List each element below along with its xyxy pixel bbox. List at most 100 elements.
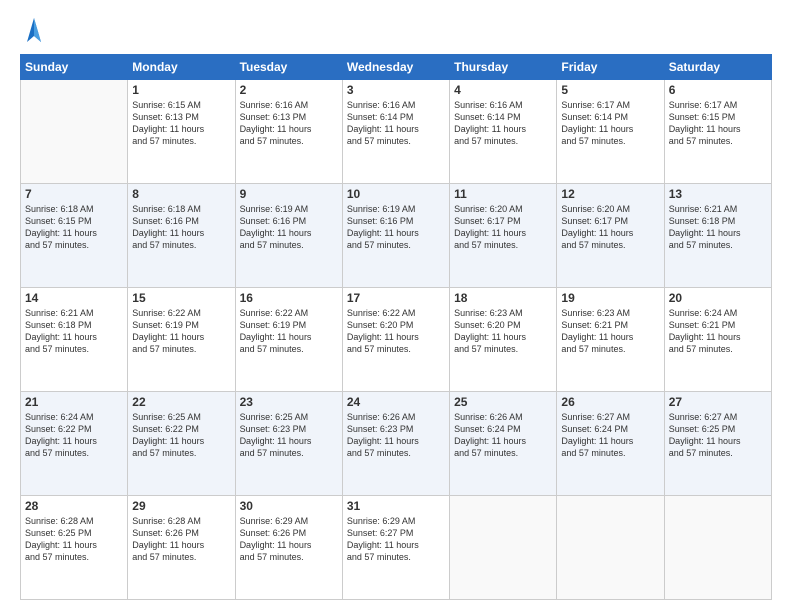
day-header-tuesday: Tuesday — [235, 55, 342, 80]
day-cell: 4 Sunrise: 6:16 AM Sunset: 6:14 PM Daylig… — [450, 80, 557, 184]
day-info: Sunrise: 6:27 AM Sunset: 6:24 PM Dayligh… — [561, 411, 659, 460]
day-info: Sunrise: 6:25 AM Sunset: 6:22 PM Dayligh… — [132, 411, 230, 460]
day-cell: 10 Sunrise: 6:19 AM Sunset: 6:16 PM Dayli… — [342, 184, 449, 288]
day-number: 2 — [240, 83, 338, 97]
day-info: Sunrise: 6:21 AM Sunset: 6:18 PM Dayligh… — [669, 203, 767, 252]
day-info: Sunrise: 6:29 AM Sunset: 6:27 PM Dayligh… — [347, 515, 445, 564]
day-info: Sunrise: 6:25 AM Sunset: 6:23 PM Dayligh… — [240, 411, 338, 460]
day-cell: 23 Sunrise: 6:25 AM Sunset: 6:23 PM Dayli… — [235, 392, 342, 496]
day-cell: 1Sunrise: 6:15 AM Sunset: 6:13 PM Daylig… — [128, 80, 235, 184]
day-number: 9 — [240, 187, 338, 201]
day-info: Sunrise: 6:24 AM Sunset: 6:22 PM Dayligh… — [25, 411, 123, 460]
day-number: 12 — [561, 187, 659, 201]
day-info: Sunrise: 6:16 AM Sunset: 6:14 PM Dayligh… — [454, 99, 552, 148]
day-number: 5 — [561, 83, 659, 97]
day-cell: 16 Sunrise: 6:22 AM Sunset: 6:19 PM Dayli… — [235, 288, 342, 392]
day-cell: 29 Sunrise: 6:28 AM Sunset: 6:26 PM Dayli… — [128, 496, 235, 600]
day-cell: 9 Sunrise: 6:19 AM Sunset: 6:16 PM Daylig… — [235, 184, 342, 288]
week-row: 28 Sunrise: 6:28 AM Sunset: 6:25 PM Dayli… — [21, 496, 772, 600]
day-cell: 11 Sunrise: 6:20 AM Sunset: 6:17 PM Dayli… — [450, 184, 557, 288]
day-number: 11 — [454, 187, 552, 201]
day-cell: 12 Sunrise: 6:20 AM Sunset: 6:17 PM Dayli… — [557, 184, 664, 288]
day-number: 6 — [669, 83, 767, 97]
day-header-thursday: Thursday — [450, 55, 557, 80]
day-cell: 22 Sunrise: 6:25 AM Sunset: 6:22 PM Dayli… — [128, 392, 235, 496]
day-number: 17 — [347, 291, 445, 305]
day-cell: 7 Sunrise: 6:18 AM Sunset: 6:15 PM Daylig… — [21, 184, 128, 288]
day-cell — [450, 496, 557, 600]
week-row: 14 Sunrise: 6:21 AM Sunset: 6:18 PM Dayli… — [21, 288, 772, 392]
day-cell: 13 Sunrise: 6:21 AM Sunset: 6:18 PM Dayli… — [664, 184, 771, 288]
day-info: Sunrise: 6:18 AM Sunset: 6:16 PM Dayligh… — [132, 203, 230, 252]
day-number: 23 — [240, 395, 338, 409]
day-number: 29 — [132, 499, 230, 513]
day-info: Sunrise: 6:17 AM Sunset: 6:14 PM Dayligh… — [561, 99, 659, 148]
day-info: Sunrise: 6:21 AM Sunset: 6:18 PM Dayligh… — [25, 307, 123, 356]
day-number: 8 — [132, 187, 230, 201]
day-cell: 8 Sunrise: 6:18 AM Sunset: 6:16 PM Daylig… — [128, 184, 235, 288]
day-info: Sunrise: 6:17 AM Sunset: 6:15 PM Dayligh… — [669, 99, 767, 148]
day-info: Sunrise: 6:27 AM Sunset: 6:25 PM Dayligh… — [669, 411, 767, 460]
day-info: Sunrise: 6:22 AM Sunset: 6:19 PM Dayligh… — [132, 307, 230, 356]
day-info: Sunrise: 6:20 AM Sunset: 6:17 PM Dayligh… — [454, 203, 552, 252]
day-number: 19 — [561, 291, 659, 305]
day-number: 7 — [25, 187, 123, 201]
day-cell: 21Sunrise: 6:24 AM Sunset: 6:22 PM Dayli… — [21, 392, 128, 496]
day-cell: 2 Sunrise: 6:16 AM Sunset: 6:13 PM Daylig… — [235, 80, 342, 184]
calendar-table: SundayMondayTuesdayWednesdayThursdayFrid… — [20, 54, 772, 600]
week-row: 7 Sunrise: 6:18 AM Sunset: 6:15 PM Daylig… — [21, 184, 772, 288]
day-info: Sunrise: 6:28 AM Sunset: 6:26 PM Dayligh… — [132, 515, 230, 564]
day-number: 27 — [669, 395, 767, 409]
day-cell: 25Sunrise: 6:26 AM Sunset: 6:24 PM Dayli… — [450, 392, 557, 496]
day-info: Sunrise: 6:20 AM Sunset: 6:17 PM Dayligh… — [561, 203, 659, 252]
day-cell: 6 Sunrise: 6:17 AM Sunset: 6:15 PM Daylig… — [664, 80, 771, 184]
day-header-saturday: Saturday — [664, 55, 771, 80]
logo-icon — [23, 14, 45, 44]
day-info: Sunrise: 6:16 AM Sunset: 6:13 PM Dayligh… — [240, 99, 338, 148]
logo — [20, 20, 45, 44]
day-cell: 24Sunrise: 6:26 AM Sunset: 6:23 PM Dayli… — [342, 392, 449, 496]
day-number: 14 — [25, 291, 123, 305]
day-info: Sunrise: 6:19 AM Sunset: 6:16 PM Dayligh… — [240, 203, 338, 252]
page: SundayMondayTuesdayWednesdayThursdayFrid… — [0, 0, 792, 612]
day-header-friday: Friday — [557, 55, 664, 80]
day-number: 22 — [132, 395, 230, 409]
day-info: Sunrise: 6:23 AM Sunset: 6:21 PM Dayligh… — [561, 307, 659, 356]
day-info: Sunrise: 6:28 AM Sunset: 6:25 PM Dayligh… — [25, 515, 123, 564]
day-number: 16 — [240, 291, 338, 305]
day-info: Sunrise: 6:26 AM Sunset: 6:23 PM Dayligh… — [347, 411, 445, 460]
day-number: 18 — [454, 291, 552, 305]
day-header-monday: Monday — [128, 55, 235, 80]
day-cell: 5 Sunrise: 6:17 AM Sunset: 6:14 PM Daylig… — [557, 80, 664, 184]
week-row: 1Sunrise: 6:15 AM Sunset: 6:13 PM Daylig… — [21, 80, 772, 184]
day-cell: 3Sunrise: 6:16 AM Sunset: 6:14 PM Daylig… — [342, 80, 449, 184]
day-info: Sunrise: 6:22 AM Sunset: 6:19 PM Dayligh… — [240, 307, 338, 356]
day-cell: 30Sunrise: 6:29 AM Sunset: 6:26 PM Dayli… — [235, 496, 342, 600]
day-number: 13 — [669, 187, 767, 201]
day-cell: 26Sunrise: 6:27 AM Sunset: 6:24 PM Dayli… — [557, 392, 664, 496]
day-number: 31 — [347, 499, 445, 513]
day-info: Sunrise: 6:15 AM Sunset: 6:13 PM Dayligh… — [132, 99, 230, 148]
day-number: 3 — [347, 83, 445, 97]
day-number: 4 — [454, 83, 552, 97]
day-info: Sunrise: 6:23 AM Sunset: 6:20 PM Dayligh… — [454, 307, 552, 356]
day-cell: 18 Sunrise: 6:23 AM Sunset: 6:20 PM Dayli… — [450, 288, 557, 392]
header — [20, 16, 772, 44]
day-number: 20 — [669, 291, 767, 305]
day-cell — [21, 80, 128, 184]
day-cell — [557, 496, 664, 600]
day-info: Sunrise: 6:26 AM Sunset: 6:24 PM Dayligh… — [454, 411, 552, 460]
day-cell: 31 Sunrise: 6:29 AM Sunset: 6:27 PM Dayli… — [342, 496, 449, 600]
day-number: 10 — [347, 187, 445, 201]
day-info: Sunrise: 6:19 AM Sunset: 6:16 PM Dayligh… — [347, 203, 445, 252]
day-info: Sunrise: 6:18 AM Sunset: 6:15 PM Dayligh… — [25, 203, 123, 252]
day-number: 15 — [132, 291, 230, 305]
day-cell — [664, 496, 771, 600]
day-cell: 17 Sunrise: 6:22 AM Sunset: 6:20 PM Dayli… — [342, 288, 449, 392]
day-info: Sunrise: 6:22 AM Sunset: 6:20 PM Dayligh… — [347, 307, 445, 356]
day-number: 28 — [25, 499, 123, 513]
day-header-sunday: Sunday — [21, 55, 128, 80]
day-cell: 27 Sunrise: 6:27 AM Sunset: 6:25 PM Dayli… — [664, 392, 771, 496]
day-info: Sunrise: 6:29 AM Sunset: 6:26 PM Dayligh… — [240, 515, 338, 564]
day-info: Sunrise: 6:24 AM Sunset: 6:21 PM Dayligh… — [669, 307, 767, 356]
